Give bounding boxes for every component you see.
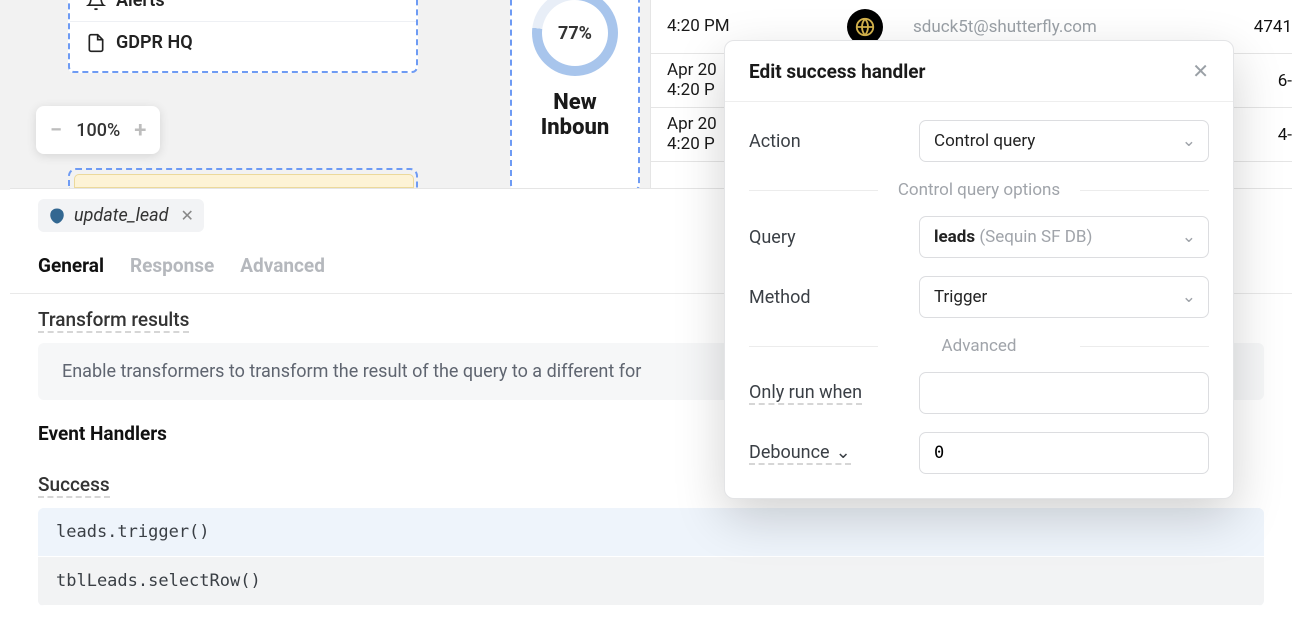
success-handlers-list: leads.trigger() tblLeads.selectRow() [38,508,1264,606]
chevron-down-icon: ⌄ [836,442,851,463]
query-name: update_lead [74,205,168,226]
sidebar-item-gdpr[interactable]: GDPR HQ [70,22,416,63]
close-icon[interactable]: ✕ [1192,59,1209,83]
row-id: 6- [1278,71,1292,91]
action-label: Action [749,131,801,152]
sidebar-item-alerts[interactable]: Alerts [70,0,416,22]
handler-row[interactable]: leads.trigger() [38,508,1264,557]
sidebar-card[interactable]: Alerts GDPR HQ [68,0,418,73]
query-select[interactable]: leads (Sequin SF DB) ⌄ [919,216,1209,258]
postgres-icon [48,207,66,225]
chevron-down-icon: ⌄ [1182,131,1196,151]
row-id: 4741 [1254,17,1292,37]
highlighted-component[interactable] [68,168,418,190]
row-id: 4- [1278,125,1292,145]
gauge-label: New Inboun [520,90,630,141]
method-select[interactable]: Trigger ⌄ [919,276,1209,318]
progress-ring: 77% [532,0,618,76]
only-run-when-input[interactable] [919,372,1209,414]
action-select[interactable]: Control query ⌄ [919,120,1209,162]
method-label: Method [749,287,810,308]
popover-title: Edit success handler [749,60,926,83]
close-icon[interactable]: ✕ [180,206,193,225]
query-tab-chip[interactable]: update_lead ✕ [38,199,204,232]
transform-results-heading: Transform results [38,308,189,333]
zoom-control: − 100% + [36,106,160,154]
sidebar-item-label: Alerts [116,0,165,11]
control-query-divider: Control query options [749,180,1209,200]
advanced-divider: Advanced [749,336,1209,356]
file-icon [86,33,106,53]
zoom-out-button[interactable]: − [50,118,62,143]
row-time: 4:20 PM [667,17,817,37]
zoom-in-button[interactable]: + [134,118,146,143]
globe-icon [854,16,876,38]
row-email: sduck5t@shutterfly.com [913,17,1224,37]
progress-value: 77% [558,23,592,44]
chevron-down-icon: ⌄ [1182,227,1196,247]
tab-general[interactable]: General [38,254,104,277]
query-label: Query [749,227,796,248]
success-heading: Success [38,473,110,498]
handler-row[interactable]: tblLeads.selectRow() [38,557,1264,606]
debounce-label[interactable]: Debounce⌄ [749,442,851,465]
tab-response[interactable]: Response [130,254,214,277]
debounce-input[interactable] [919,432,1209,474]
edit-success-handler-popover: Edit success handler ✕ Action Control qu… [724,40,1234,499]
sidebar-item-label: GDPR HQ [116,32,193,53]
zoom-value: 100% [76,120,120,141]
chevron-down-icon: ⌄ [1182,287,1196,307]
gauge-card[interactable]: 77% New Inboun [510,0,640,191]
only-run-when-label: Only run when [749,382,862,405]
tab-advanced[interactable]: Advanced [240,254,325,277]
bell-icon [86,0,106,11]
canvas-area: Alerts GDPR HQ 77% New Inboun − 100% + [0,0,650,190]
